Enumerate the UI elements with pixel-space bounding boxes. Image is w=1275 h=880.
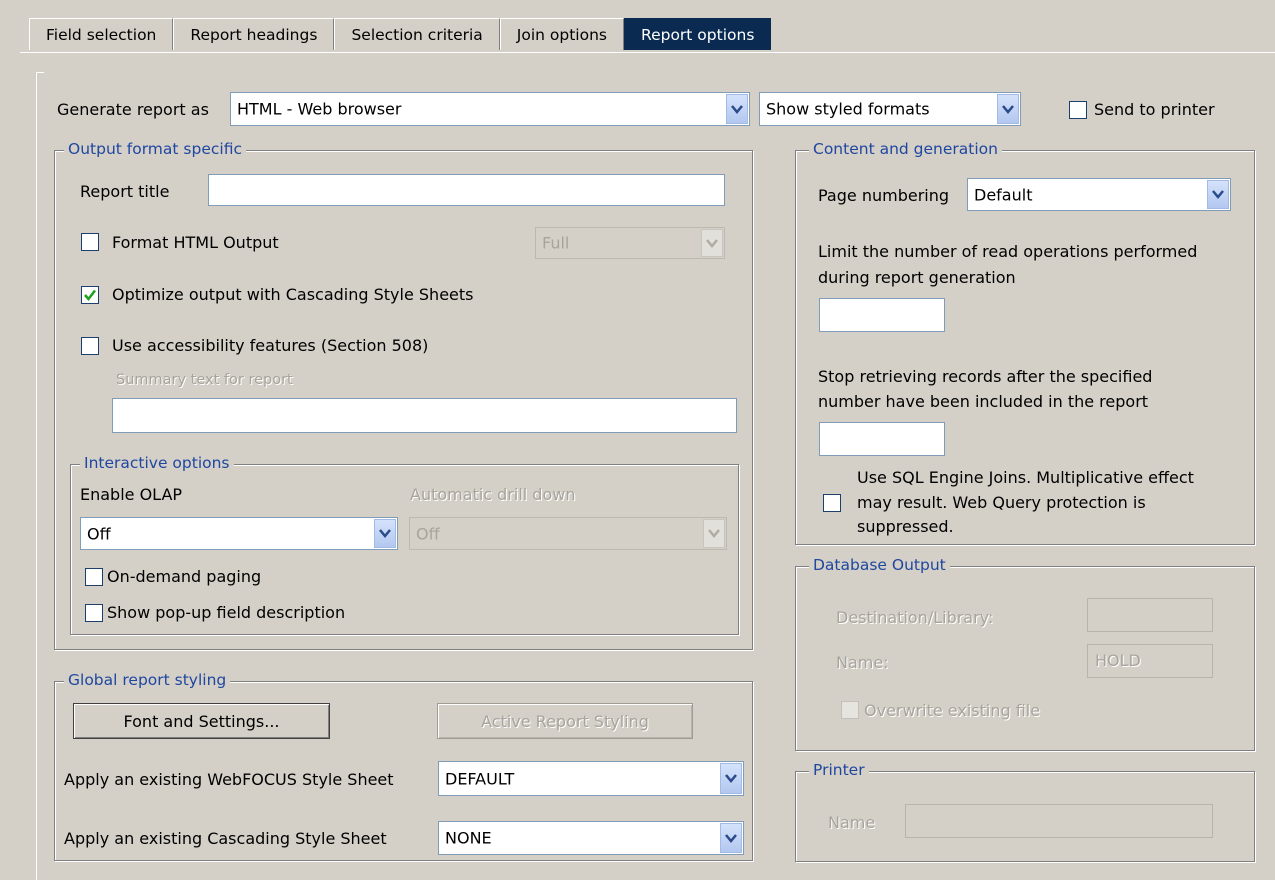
tab-join-options[interactable]: Join options: [499, 18, 624, 50]
stop-retrieving-label-line2: number have been included in the report: [818, 392, 1149, 411]
chevron-down-icon[interactable]: [1207, 180, 1229, 209]
styled-formats-select[interactable]: Show styled formats: [759, 92, 1021, 126]
generate-report-label: Generate report as: [57, 100, 209, 119]
accessibility-label: Use accessibility features (Section 508): [112, 336, 429, 355]
destination-library-input: [1087, 598, 1213, 632]
send-to-printer-label: Send to printer: [1094, 100, 1215, 119]
stop-retrieving-label-line1: Stop retrieving records after the specif…: [818, 367, 1153, 386]
checkmark-icon: [84, 289, 97, 302]
auto-drill-select: Off: [409, 517, 727, 550]
sql-engine-label-line3: suppressed.: [857, 517, 954, 536]
chevron-down-icon: [701, 229, 723, 257]
popup-description-checkbox[interactable]: [85, 604, 103, 622]
generate-report-select[interactable]: HTML - Web browser: [230, 92, 750, 126]
destination-library-label: Destination/Library:: [836, 608, 994, 627]
active-report-styling-button: Active Report Styling: [437, 703, 693, 739]
tab-selection-criteria[interactable]: Selection criteria: [334, 18, 500, 50]
enable-olap-label: Enable OLAP: [80, 485, 183, 504]
webfocus-stylesheet-select[interactable]: DEFAULT: [438, 761, 744, 796]
database-name-label: Name:: [836, 653, 889, 672]
chevron-down-icon[interactable]: [997, 94, 1019, 124]
page-numbering-value: Default: [974, 185, 1033, 204]
overwrite-file-checkbox: [841, 701, 859, 719]
webfocus-stylesheet-value: DEFAULT: [445, 769, 515, 788]
tab-divider: [20, 52, 1275, 53]
chevron-down-icon: [703, 519, 725, 548]
limit-reads-label-line2: during report generation: [818, 268, 1016, 287]
format-html-checkbox[interactable]: [81, 233, 99, 251]
printer-name-label: Name: [828, 813, 876, 832]
generate-report-value: HTML - Web browser: [237, 99, 402, 119]
output-format-legend: Output format specific: [64, 140, 246, 158]
font-settings-button[interactable]: Font and Settings...: [73, 703, 330, 739]
tab-bar: Field selection Report headings Selectio…: [29, 18, 772, 52]
sql-engine-label-line2: may result. Web Query protection is: [857, 493, 1146, 512]
overwrite-file-label: Overwrite existing file: [864, 701, 1041, 720]
tab-field-selection[interactable]: Field selection: [29, 18, 174, 50]
stop-retrieving-input[interactable]: [819, 422, 945, 456]
optimize-css-label: Optimize output with Cascading Style She…: [112, 285, 474, 304]
printer-legend: Printer: [809, 761, 869, 779]
page-numbering-label: Page numbering: [818, 186, 950, 205]
tab-report-headings[interactable]: Report headings: [173, 18, 335, 50]
webfocus-stylesheet-label: Apply an existing WebFOCUS Style Sheet: [64, 770, 394, 789]
content-generation-legend: Content and generation: [809, 140, 1002, 158]
auto-drill-value: Off: [416, 524, 440, 543]
sql-engine-joins-checkbox[interactable]: [823, 494, 841, 512]
database-output-legend: Database Output: [809, 556, 950, 574]
css-stylesheet-value: NONE: [445, 828, 492, 848]
css-stylesheet-label: Apply an existing Cascading Style Sheet: [64, 829, 387, 848]
format-html-select: Full: [535, 227, 725, 259]
summary-text-label: Summary text for report: [116, 372, 293, 388]
chevron-down-icon[interactable]: [374, 519, 396, 548]
chevron-down-icon[interactable]: [720, 823, 742, 853]
on-demand-paging-label: On-demand paging: [107, 567, 262, 586]
report-title-input[interactable]: [208, 174, 725, 206]
styled-formats-value: Show styled formats: [766, 99, 930, 119]
enable-olap-select[interactable]: Off: [80, 517, 398, 550]
enable-olap-value: Off: [87, 524, 111, 543]
format-html-label: Format HTML Output: [112, 233, 279, 252]
panel-border: [36, 72, 37, 880]
optimize-css-checkbox[interactable]: [81, 286, 99, 304]
database-name-input: HOLD: [1087, 644, 1213, 678]
popup-description-label: Show pop-up field description: [107, 603, 346, 622]
format-html-select-value: Full: [542, 233, 570, 253]
printer-name-input: [905, 804, 1213, 838]
accessibility-checkbox[interactable]: [81, 337, 99, 355]
css-stylesheet-select[interactable]: NONE: [438, 821, 744, 855]
global-styling-legend: Global report styling: [64, 671, 231, 689]
panel-border-top: [36, 72, 44, 73]
on-demand-paging-checkbox[interactable]: [85, 568, 103, 586]
send-to-printer-checkbox[interactable]: [1069, 101, 1087, 119]
chevron-down-icon[interactable]: [726, 94, 748, 124]
tab-report-options[interactable]: Report options: [624, 18, 772, 50]
sql-engine-label-line1: Use SQL Engine Joins. Multiplicative eff…: [857, 468, 1194, 487]
auto-drill-label: Automatic drill down: [410, 485, 576, 504]
summary-text-input[interactable]: [112, 398, 737, 433]
limit-reads-label-line1: Limit the number of read operations perf…: [818, 242, 1198, 261]
page-numbering-select[interactable]: Default: [967, 178, 1231, 211]
interactive-options-legend: Interactive options: [80, 454, 234, 472]
limit-reads-input[interactable]: [819, 298, 945, 332]
chevron-down-icon[interactable]: [720, 763, 742, 794]
report-title-label: Report title: [80, 182, 170, 201]
